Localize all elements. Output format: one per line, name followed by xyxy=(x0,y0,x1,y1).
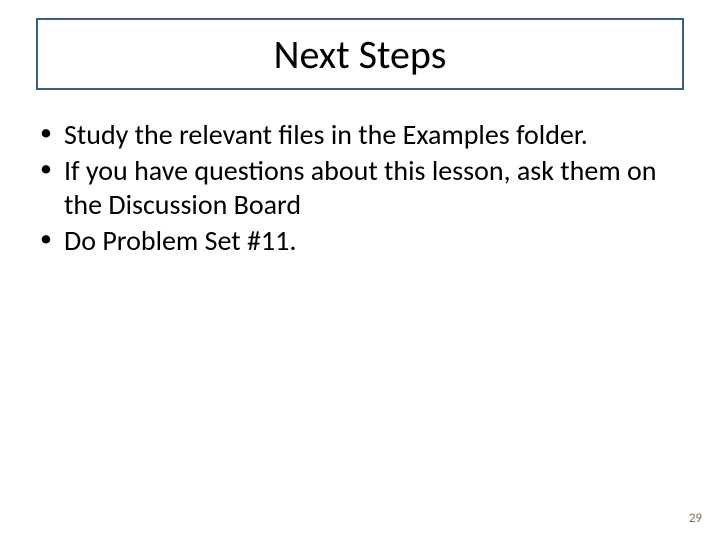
list-item: If you have questions about this lesson,… xyxy=(36,154,684,222)
slide: Next Steps Study the relevant files in t… xyxy=(0,0,720,540)
list-item: Study the relevant files in the Examples… xyxy=(36,118,684,152)
slide-title: Next Steps xyxy=(274,30,447,79)
title-box: Next Steps xyxy=(36,18,684,90)
page-number: 29 xyxy=(689,511,702,526)
list-item: Do Problem Set #11. xyxy=(36,224,684,258)
bullet-list: Study the relevant files in the Examples… xyxy=(36,118,684,261)
